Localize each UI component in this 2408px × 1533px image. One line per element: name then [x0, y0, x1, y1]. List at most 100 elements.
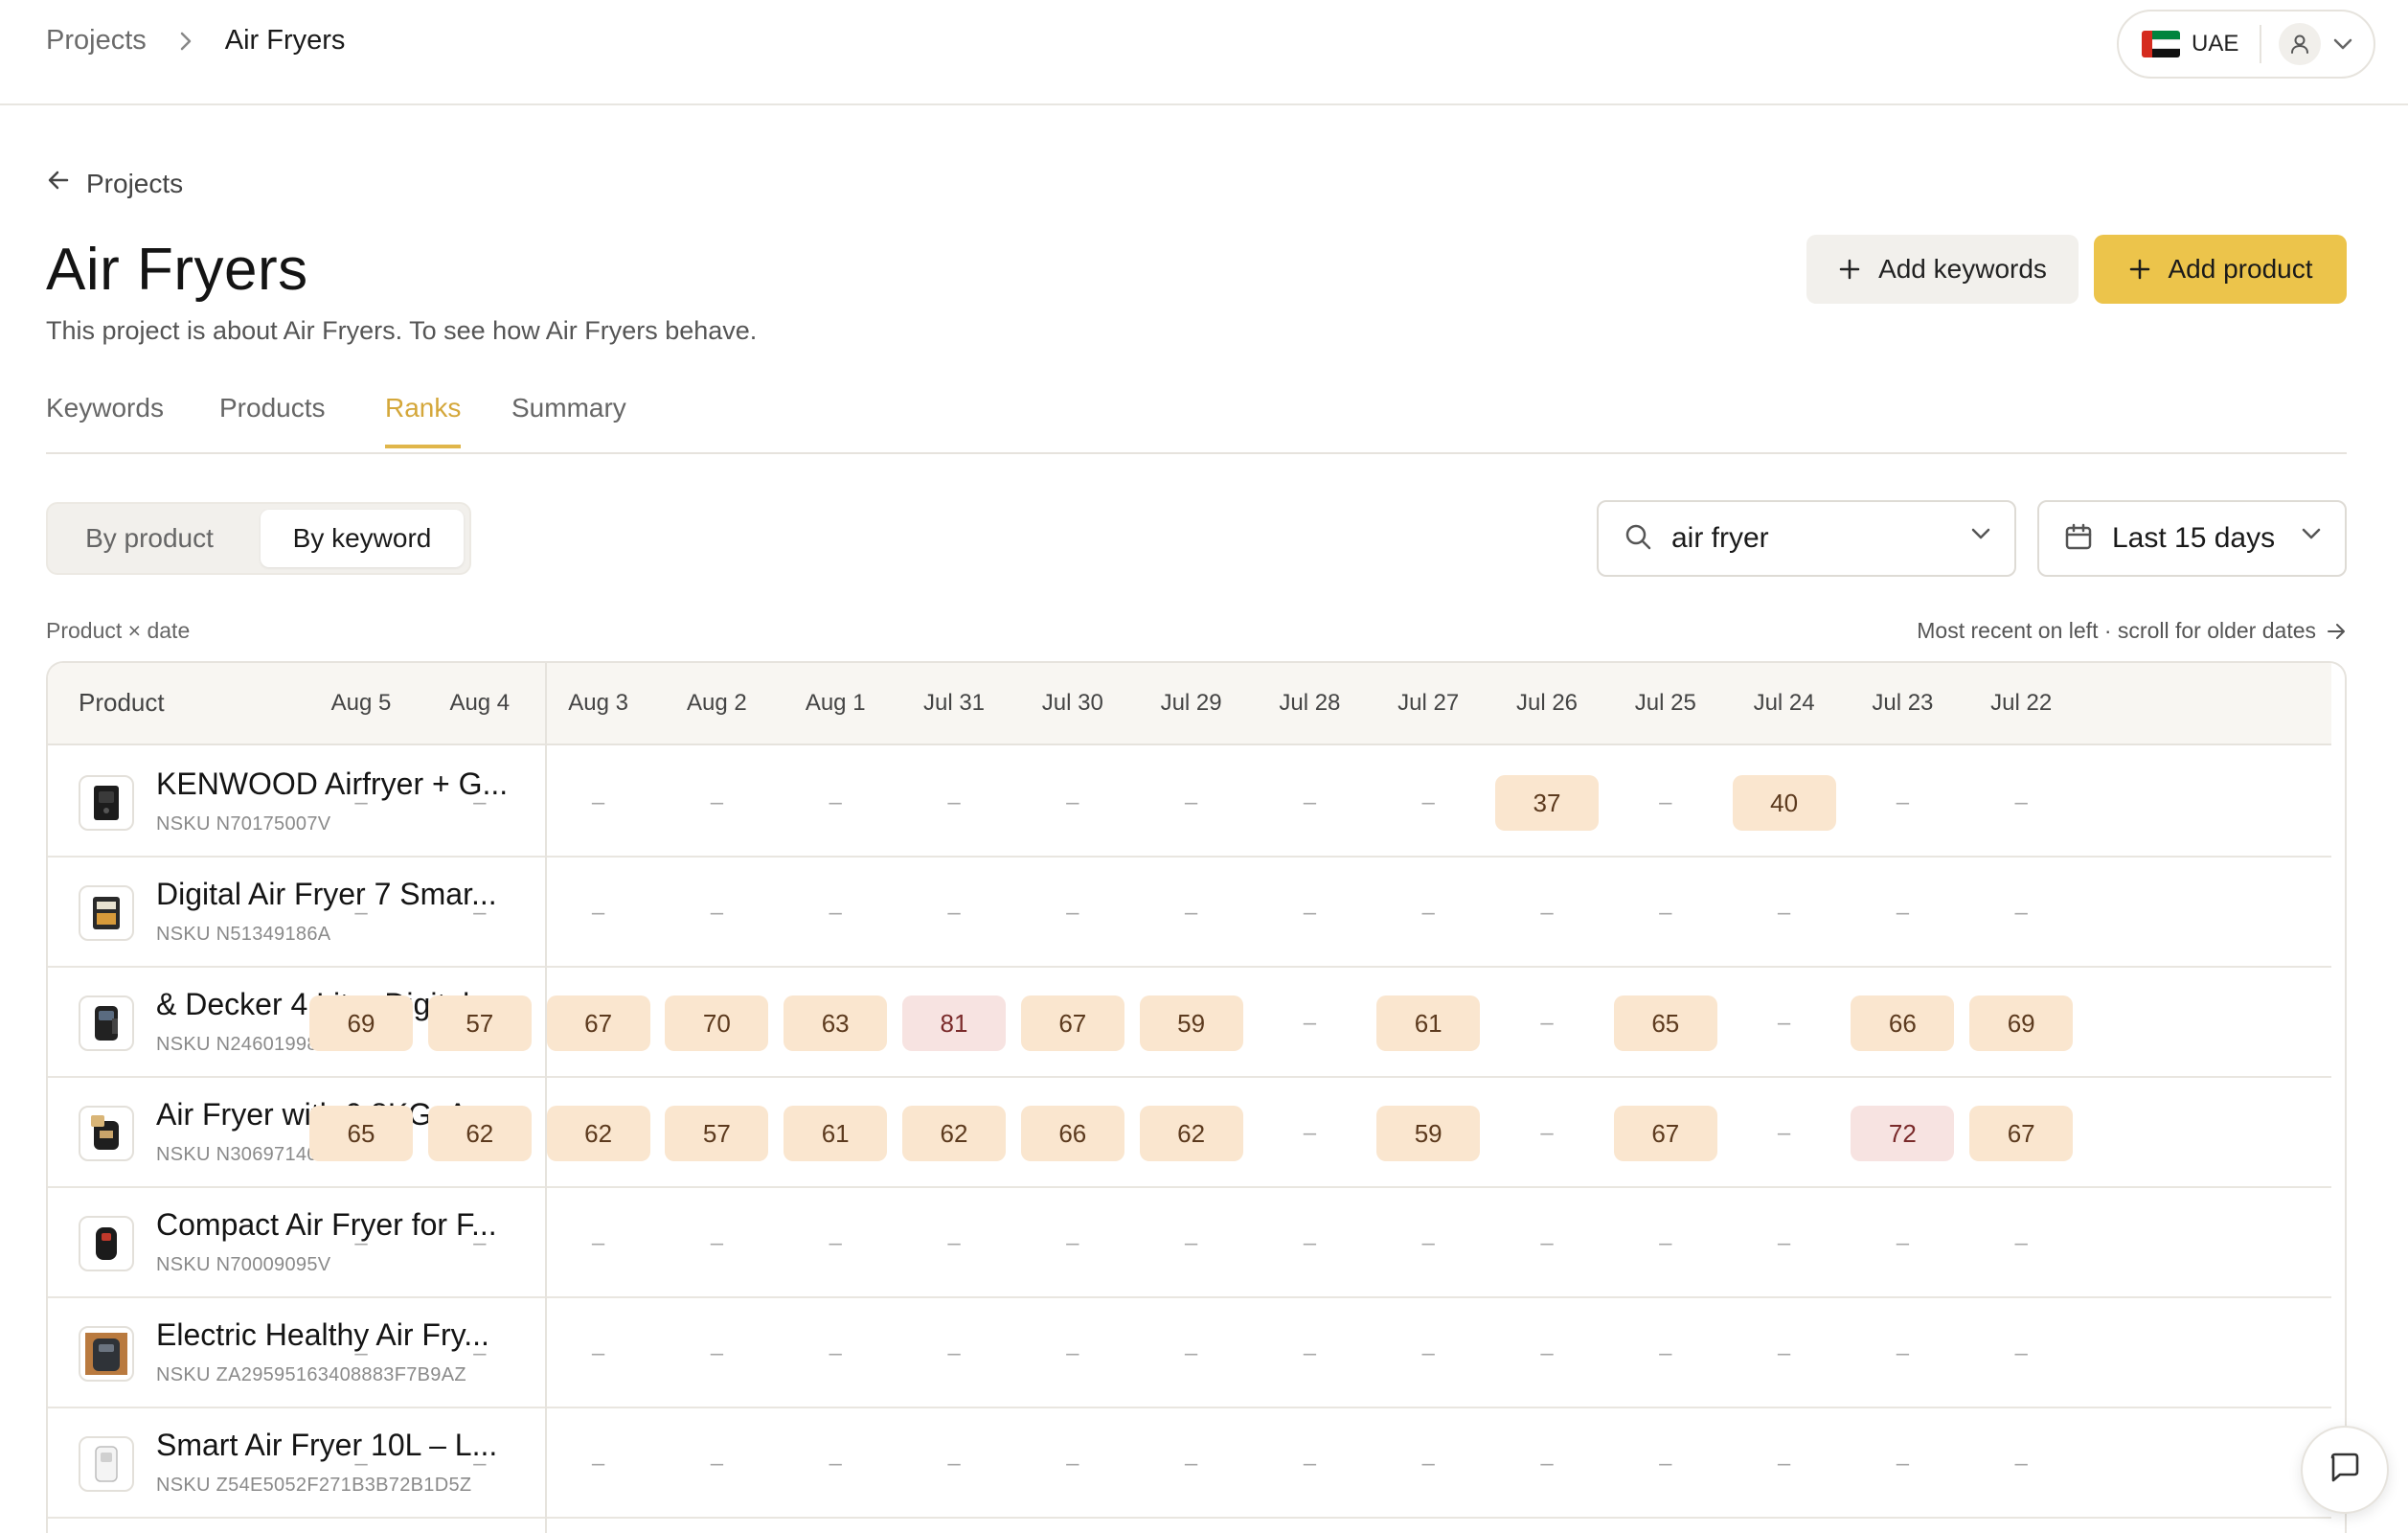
empty-rank-cell: –: [947, 1451, 961, 1476]
empty-rank-cell: –: [1540, 1120, 1554, 1146]
plus-icon: [1838, 258, 1861, 281]
table-row[interactable]: Electric Healthy Air Fry... NSKU ZA295951…: [48, 1298, 2331, 1408]
empty-rank-cell: –: [473, 1230, 487, 1256]
date-column-header: Jul 30: [1041, 690, 1103, 716]
rank-cell: 62: [427, 1106, 532, 1161]
empty-rank-cell: –: [354, 1451, 368, 1476]
rank-cell: 62: [902, 1106, 1006, 1161]
empty-rank-cell: –: [710, 1230, 724, 1256]
tab-keywords[interactable]: Keywords: [46, 393, 164, 445]
table-row[interactable]: KENWOOD Airfryer + G... NSKU N70175007V – –…: [48, 747, 2331, 858]
empty-rank-cell: –: [1066, 900, 1079, 926]
rank-cell: 66: [1851, 995, 1955, 1051]
empty-rank-cell: –: [1066, 1340, 1079, 1366]
empty-rank-cell: –: [710, 1451, 724, 1476]
empty-rank-cell: –: [1303, 1340, 1317, 1366]
table-row[interactable]: Digital Air Fryer 7 Smar... NSKU N5134918…: [48, 858, 2331, 968]
rank-cell: 67: [1020, 995, 1124, 1051]
empty-rank-cell: –: [947, 1230, 961, 1256]
empty-rank-cell: –: [947, 1340, 961, 1366]
rank-cell: 61: [784, 1106, 888, 1161]
keyword-select-value: air fryer: [1671, 522, 1769, 554]
empty-rank-cell: –: [947, 900, 961, 926]
empty-rank-cell: –: [473, 1340, 487, 1366]
empty-rank-cell: –: [473, 789, 487, 815]
breadcrumb-current: Air Fryers: [224, 25, 346, 56]
product-thumbnail: [79, 1106, 134, 1161]
rank-cell: 72: [1851, 1106, 1955, 1161]
product-column-header: Product: [79, 688, 165, 717]
add-keywords-button[interactable]: Add keywords: [1806, 235, 2079, 304]
empty-rank-cell: –: [1303, 1120, 1317, 1146]
plus-icon: [2128, 258, 2151, 281]
account-menu[interactable]: UAE: [2117, 10, 2375, 79]
empty-rank-cell: –: [1659, 789, 1672, 815]
empty-rank-cell: –: [354, 789, 368, 815]
empty-rank-cell: –: [1303, 1451, 1317, 1476]
back-link-label: Projects: [86, 168, 184, 198]
empty-rank-cell: –: [1777, 1120, 1791, 1146]
empty-rank-cell: –: [591, 900, 605, 926]
chat-icon: [2327, 1450, 2363, 1491]
product-thumbnail: [79, 885, 134, 941]
date-column-header: Jul 27: [1397, 690, 1460, 716]
by-keyword-toggle[interactable]: By keyword: [261, 510, 464, 567]
table-row[interactable]: & Decker 4 Liter Digital ...NSKU N246019…: [48, 968, 2331, 1078]
chat-button[interactable]: [2301, 1426, 2389, 1514]
product-thumbnail: [79, 1326, 134, 1382]
date-column-header: Aug 5: [330, 690, 392, 716]
tab-ranks[interactable]: Ranks: [385, 393, 462, 448]
empty-rank-cell: –: [1184, 1230, 1198, 1256]
product-thumbnail: [79, 775, 134, 831]
view-toggle: By product By keyword: [46, 502, 471, 575]
table-row[interactable]: Smart Air Fryer 10L – L... NSKU Z54E5052F…: [48, 1408, 2331, 1519]
product-sku: NSKU N24601998A: [156, 1034, 331, 1055]
rank-cell: 70: [665, 995, 769, 1051]
rank-cell: 57: [665, 1106, 769, 1161]
rank-cell: 67: [1969, 1106, 2074, 1161]
empty-rank-cell: –: [1896, 900, 1910, 926]
empty-rank-cell: –: [1066, 789, 1079, 815]
chevron-down-icon[interactable]: [2332, 37, 2353, 51]
ranks-table[interactable]: Product Aug 5 Aug 4 Aug 3 Aug 2 Aug 1 Jul 31 J…: [46, 661, 2347, 1533]
empty-rank-cell: –: [1659, 1230, 1672, 1256]
account-divider: [2260, 25, 2262, 63]
chevron-right-icon: [171, 27, 200, 56]
tab-summary[interactable]: Summary: [511, 393, 626, 445]
add-product-button[interactable]: Add product: [2094, 235, 2347, 304]
empty-rank-cell: –: [829, 900, 842, 926]
table-row[interactable]: Compact Air Fryer for F... NSKU N70009095…: [48, 1188, 2331, 1298]
empty-rank-cell: –: [591, 1230, 605, 1256]
empty-rank-cell: –: [1896, 1340, 1910, 1366]
empty-rank-cell: –: [1303, 1010, 1317, 1036]
product-thumbnail: [79, 995, 134, 1051]
back-to-projects-link[interactable]: Projects: [46, 168, 183, 199]
rank-cell: 66: [1020, 1106, 1124, 1161]
empty-rank-cell: –: [1777, 900, 1791, 926]
rank-cell: 40: [1732, 775, 1836, 831]
user-icon[interactable]: [2279, 23, 2322, 65]
date-column-header: Jul 25: [1634, 690, 1696, 716]
breadcrumb-projects-link[interactable]: Projects: [46, 25, 147, 57]
date-column-header: Aug 4: [449, 690, 511, 716]
date-range-select[interactable]: Last 15 days: [2037, 500, 2347, 577]
product-sku: NSKU N70009095V: [156, 1254, 331, 1275]
date-column-header: Jul 23: [1872, 690, 1934, 716]
empty-rank-cell: –: [2014, 1340, 2028, 1366]
keyword-select[interactable]: air fryer: [1597, 500, 2016, 577]
rank-cell: 57: [427, 995, 532, 1051]
empty-rank-cell: –: [1777, 1010, 1791, 1036]
empty-rank-cell: –: [591, 1340, 605, 1366]
tab-products[interactable]: Products: [219, 393, 326, 445]
empty-rank-cell: –: [1184, 1340, 1198, 1366]
empty-rank-cell: –: [473, 1451, 487, 1476]
rank-cell: 65: [309, 1106, 413, 1161]
empty-rank-cell: –: [354, 1230, 368, 1256]
calendar-icon: [2064, 522, 2093, 556]
empty-rank-cell: –: [1421, 1451, 1435, 1476]
by-product-toggle[interactable]: By product: [54, 510, 245, 567]
empty-rank-cell: –: [1896, 1230, 1910, 1256]
country-label: UAE: [2192, 31, 2239, 57]
empty-rank-cell: –: [1659, 900, 1672, 926]
table-row[interactable]: Air Fryer with 0.8KG, An...NSKU N3069714…: [48, 1078, 2331, 1188]
